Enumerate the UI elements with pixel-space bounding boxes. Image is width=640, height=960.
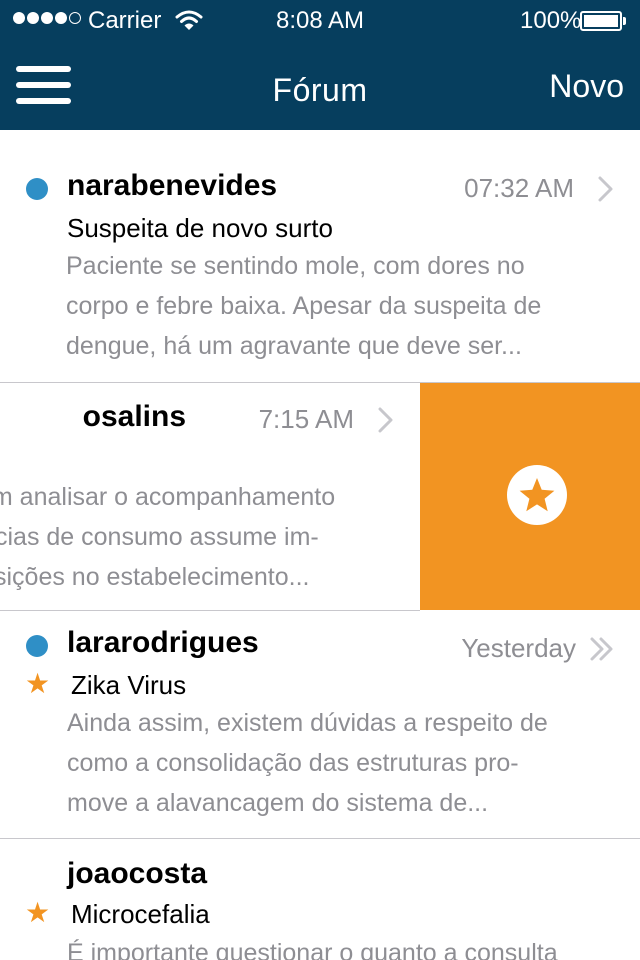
list-item-content: narabenevides 07:32 AM Suspeita de novo … (0, 130, 640, 382)
preview-line: Paciente se sentindo mole, com dores no (66, 252, 525, 280)
hamburger-menu-icon (16, 66, 71, 72)
post-preview: É importante questionar o quanto a consu… (67, 933, 640, 960)
post-time: 07:32 AM (464, 173, 574, 203)
status-bar: Carrier 8:08 AM 100% (0, 0, 640, 40)
list-item[interactable]: joaocosta ★ Microcefalia É importante qu… (0, 839, 640, 960)
post-sender: narabenevides (67, 169, 278, 202)
starred-star-icon: ★ (25, 668, 51, 699)
battery-icon (580, 11, 622, 31)
star-circle-icon (507, 465, 567, 525)
post-subject: Suspeita de novo surto (67, 213, 333, 243)
list-item[interactable]: lararodrigues Yesterday ★ Zika Virus Ain… (0, 611, 640, 839)
preview-line: move a alavancagem do sistema de... (67, 789, 489, 817)
navigation-bar: Carrier 8:08 AM 100% Fórum Novo (0, 0, 640, 130)
preview-line: sições no estabelecimento... (0, 563, 310, 591)
post-time: Yesterday (461, 633, 576, 663)
chevron-right-icon (598, 176, 613, 202)
list-item-content: joaocosta ★ Microcefalia É importante qu… (0, 839, 640, 960)
battery-tip (623, 17, 626, 25)
post-subject: Zika Virus (71, 670, 187, 700)
post-preview: em analisar o acompanhamento cias de con… (0, 477, 420, 597)
unread-indicator (26, 178, 48, 200)
preview-line: Ainda assim, existem dúvidas a respeito … (67, 709, 548, 737)
star-icon (519, 478, 555, 512)
new-post-button[interactable]: Novo (549, 66, 624, 106)
post-preview: Ainda assim, existem dúvidas a respeito … (67, 703, 607, 823)
menu-button[interactable] (16, 66, 72, 106)
preview-line: em analisar o acompanhamento (0, 483, 336, 511)
battery-percentage: 100% (520, 7, 582, 34)
hamburger-bar (16, 82, 71, 88)
list-item-swiped[interactable]: osalins 7:15 AM em analisar o acompanham… (0, 383, 640, 611)
post-sender: joaocosta (67, 857, 208, 890)
preview-line: cias de consumo assume im- (0, 523, 319, 551)
post-preview: Paciente se sentindo mole, com dores no … (66, 246, 606, 366)
chevron-right-icon (378, 407, 393, 433)
page-title-wrapper: Fórum (0, 70, 640, 110)
list-item-content: osalins 7:15 AM em analisar o acompanham… (0, 383, 420, 610)
preview-line: dengue, há um agravante que deve ser... (66, 332, 522, 360)
post-list: narabenevides 07:32 AM Suspeita de novo … (0, 130, 640, 960)
post-sender-text: osalins (82, 400, 186, 433)
post-sender: lararodrigues (67, 626, 259, 659)
starred-star-icon: ★ (25, 897, 51, 928)
preview-line: É importante questionar o quanto a consu… (67, 939, 558, 960)
preview-line: como a consolidação das estruturas pro- (67, 749, 519, 777)
list-item-content: lararodrigues Yesterday ★ Zika Virus Ain… (0, 611, 640, 838)
preview-line: corpo e febre baixa. Apesar da suspeita … (66, 292, 542, 320)
favorite-action-button[interactable] (420, 383, 640, 610)
page-title: Fórum (272, 72, 368, 108)
double-chevron-right-icon (590, 637, 613, 661)
hamburger-bar (16, 98, 71, 104)
post-subject: Microcefalia (71, 899, 210, 929)
unread-indicator (26, 635, 48, 657)
post-time: 7:15 AM (258, 404, 354, 434)
list-item[interactable]: narabenevides 07:32 AM Suspeita de novo … (0, 130, 640, 383)
forum-screen: Carrier 8:08 AM 100% Fórum Novo narabene… (0, 0, 640, 960)
